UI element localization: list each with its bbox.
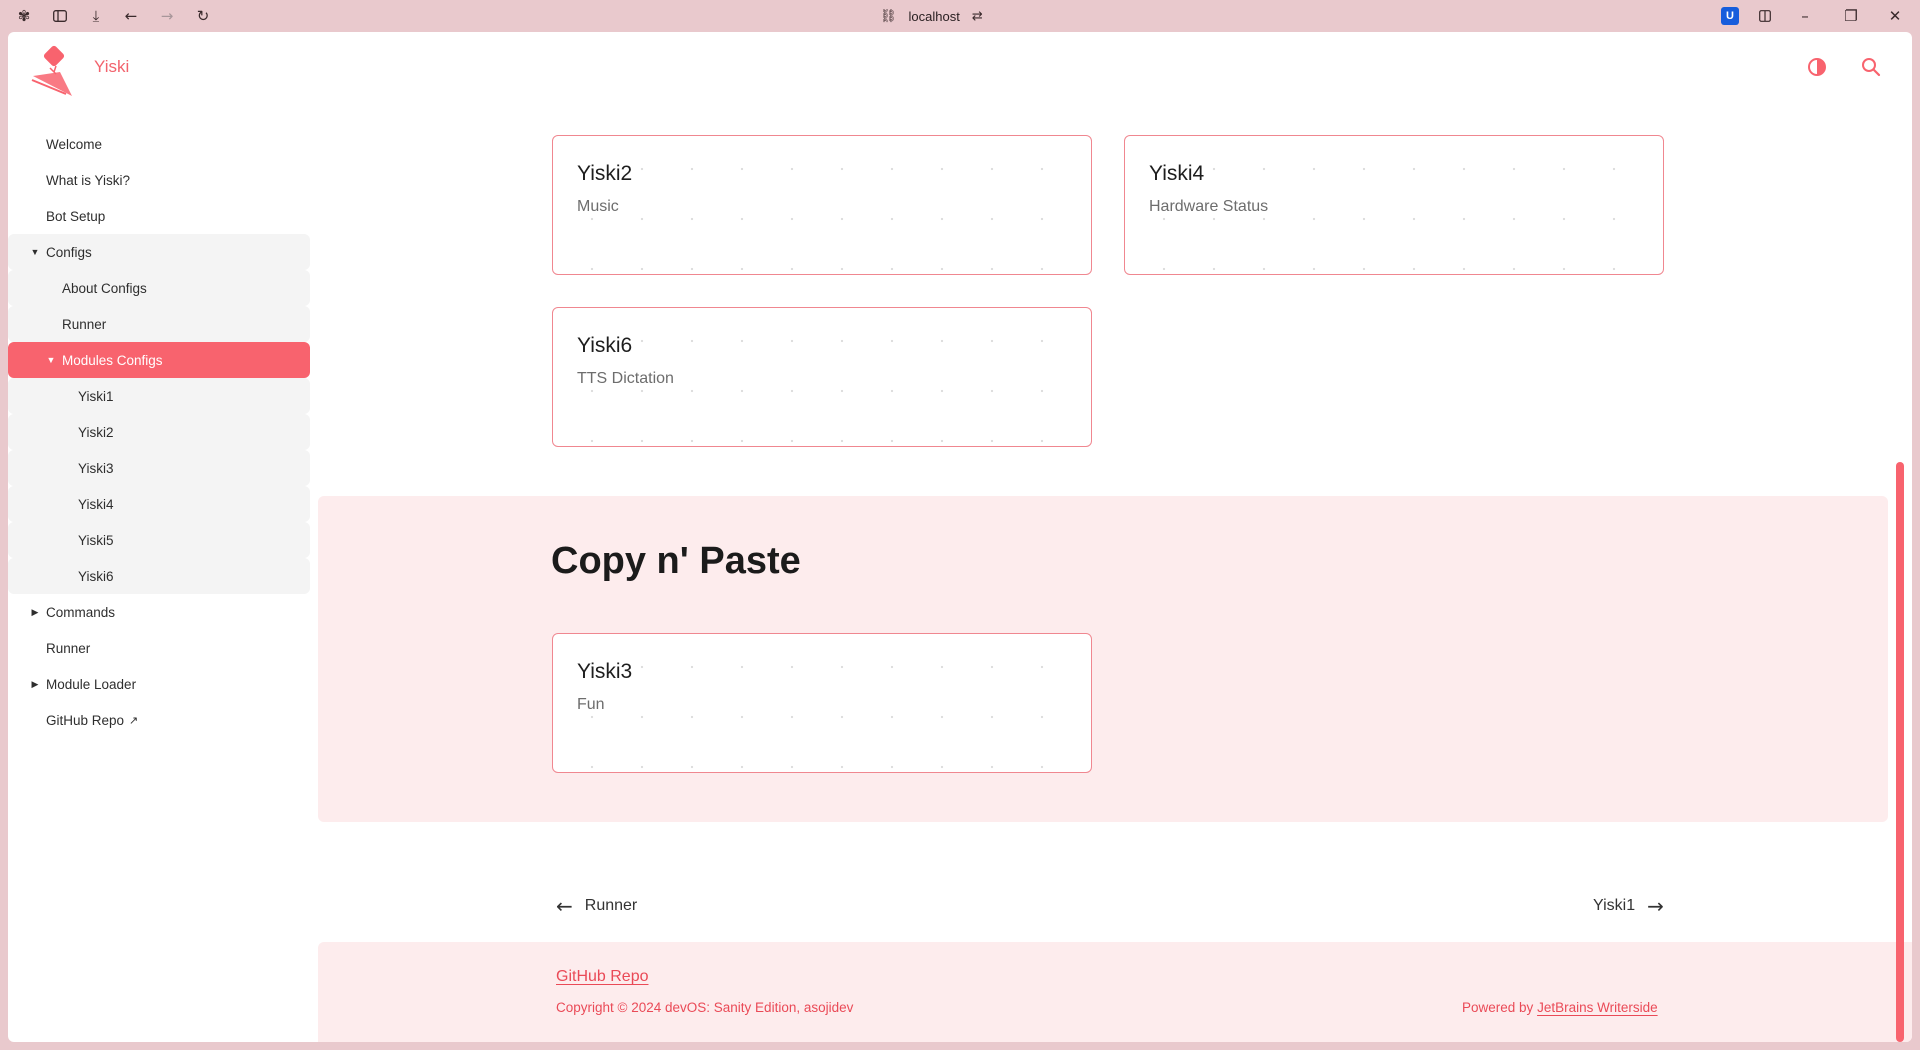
arrow-right-icon: →	[1647, 894, 1664, 918]
sidebar-item-label: Yiski4	[78, 496, 114, 512]
sidebar-item-modules-configs[interactable]: ▼ Modules Configs	[8, 342, 310, 378]
download-icon[interactable]: ⤓	[86, 6, 106, 26]
link-icon: ⛓	[880, 8, 897, 24]
sidebar-item-label: Yiski2	[78, 424, 114, 440]
external-link-icon: ↗	[129, 714, 139, 727]
sidebar-item-label: Commands	[46, 604, 116, 620]
sidebar-item-label: Runner	[62, 316, 107, 332]
sidebar-item-welcome[interactable]: Welcome	[8, 126, 310, 162]
restore-icon[interactable]: ❐	[1841, 6, 1861, 26]
sidebar-item-label: Runner	[46, 640, 91, 656]
yiski-logo[interactable]	[30, 44, 80, 96]
footer-powered-by: Powered by JetBrains Writerside	[1462, 1000, 1658, 1015]
sidebar-item-about-configs[interactable]: About Configs	[8, 270, 310, 306]
card-subtitle: Music	[577, 198, 619, 215]
arrow-left-icon: ←	[556, 894, 573, 918]
back-icon[interactable]: ←	[121, 6, 141, 26]
caret-down-icon[interactable]: ▼	[46, 355, 56, 365]
sidebar-item-label: Modules Configs	[62, 352, 163, 368]
brand-name[interactable]: Yiski	[94, 57, 129, 77]
sidebar-item-github-repo[interactable]: GitHub Repo ↗	[8, 702, 310, 738]
sidebar-item-label: Yiski5	[78, 532, 114, 548]
sidebar-item-label: Yiski1	[78, 388, 114, 404]
sidebar-nav: Welcome What is Yiski? Bot Setup ▼ Confi…	[8, 126, 310, 738]
prev-page-link[interactable]: ← Runner	[556, 894, 637, 918]
card-subtitle: Hardware Status	[1149, 198, 1269, 215]
caret-right-icon[interactable]: ▶	[30, 679, 40, 690]
footer-github-link[interactable]: GitHub Repo	[556, 968, 649, 986]
caret-down-icon[interactable]: ▼	[30, 247, 40, 257]
caret-right-icon[interactable]: ▶	[30, 607, 40, 618]
sidebar-item-yiski6[interactable]: Yiski6	[8, 558, 310, 594]
close-icon[interactable]: ✕	[1885, 6, 1905, 26]
reload-icon[interactable]: ↻	[193, 6, 213, 26]
sidebar-item-label: Welcome	[46, 136, 103, 152]
sidebar-item-module-loader[interactable]: ▶ Module Loader	[8, 666, 310, 702]
address-bar[interactable]: ⛓ localhost ⇄	[880, 5, 983, 27]
sidebar-item-yiski1[interactable]: Yiski1	[8, 378, 310, 414]
sidebar-item-commands[interactable]: ▶ Commands	[8, 594, 310, 630]
footer	[318, 942, 1912, 1042]
sidebar-item-yiski2[interactable]: Yiski2	[8, 414, 310, 450]
sidebar-toggle-icon[interactable]	[50, 6, 70, 26]
theme-toggle-icon[interactable]	[1804, 54, 1830, 80]
sidebar-item-label: Yiski6	[78, 568, 114, 584]
footer-copyright: Copyright © 2024 devOS: Sanity Edition, …	[556, 1000, 854, 1015]
forward-icon[interactable]: →	[157, 6, 177, 26]
page: Yiski Welcome What is Yiski? Bot Setup ▼…	[8, 32, 1912, 1042]
sidebar-item-label: Bot Setup	[46, 208, 106, 224]
card-title: Yiski6	[577, 334, 633, 357]
module-card-yiski6[interactable]: Yiski6 TTS Dictation	[552, 307, 1092, 447]
sidebar-item-yiski5[interactable]: Yiski5	[8, 522, 310, 558]
minimize-icon[interactable]: –	[1795, 6, 1815, 26]
search-icon[interactable]	[1858, 54, 1884, 80]
extensions-icon[interactable]: ✾	[14, 6, 34, 26]
prev-page-label: Runner	[584, 897, 638, 914]
sidebar-item-label: GitHub Repo	[46, 712, 125, 728]
sidebar-item-label: Yiski3	[78, 460, 114, 476]
next-page-label: Yiski1	[1593, 897, 1636, 914]
card-title: Yiski2	[577, 162, 633, 185]
sidebar-item-runner[interactable]: Runner	[8, 306, 310, 342]
module-card-yiski4[interactable]: Yiski4 Hardware Status	[1124, 135, 1664, 275]
sidebar-item-configs[interactable]: ▼ Configs	[8, 234, 310, 270]
card-title: Yiski4	[1149, 162, 1205, 185]
card-title: Yiski3	[577, 660, 633, 683]
url-text: localhost	[908, 8, 960, 24]
sidebar-item-label: What is Yiski?	[46, 172, 131, 188]
module-card-yiski3[interactable]: Yiski3 Fun	[552, 633, 1092, 773]
bitwarden-icon[interactable]: U	[1721, 7, 1739, 25]
sidebar-item-runner-2[interactable]: Runner	[8, 630, 310, 666]
powered-by-prefix: Powered by	[1462, 1000, 1534, 1015]
sidebar-item-label: About Configs	[62, 280, 147, 296]
browser-toolbar: ✾ ⤓ ← → ↻ ⛓ localhost ⇄ U – ❐ ✕	[0, 0, 1920, 32]
sidebar-item-label: Configs	[46, 244, 92, 260]
sidebar-item-yiski3[interactable]: Yiski3	[8, 450, 310, 486]
sidebar-item-what-is-yiski[interactable]: What is Yiski?	[8, 162, 310, 198]
module-card-yiski2[interactable]: Yiski2 Music	[552, 135, 1092, 275]
writerside-link[interactable]: JetBrains Writerside	[1537, 1000, 1658, 1015]
sidebar-item-bot-setup[interactable]: Bot Setup	[8, 198, 310, 234]
card-subtitle: TTS Dictation	[577, 370, 674, 387]
page-scrollbar[interactable]	[1896, 462, 1904, 1042]
sidebar-item-yiski4[interactable]: Yiski4	[8, 486, 310, 522]
next-page-link[interactable]: Yiski1 →	[1593, 894, 1664, 918]
split-view-icon[interactable]	[1755, 6, 1775, 26]
sidebar-item-label: Module Loader	[46, 676, 137, 692]
section-title: Copy n' Paste	[551, 540, 801, 582]
site-settings-icon[interactable]: ⇄	[972, 9, 983, 24]
card-subtitle: Fun	[577, 696, 605, 713]
